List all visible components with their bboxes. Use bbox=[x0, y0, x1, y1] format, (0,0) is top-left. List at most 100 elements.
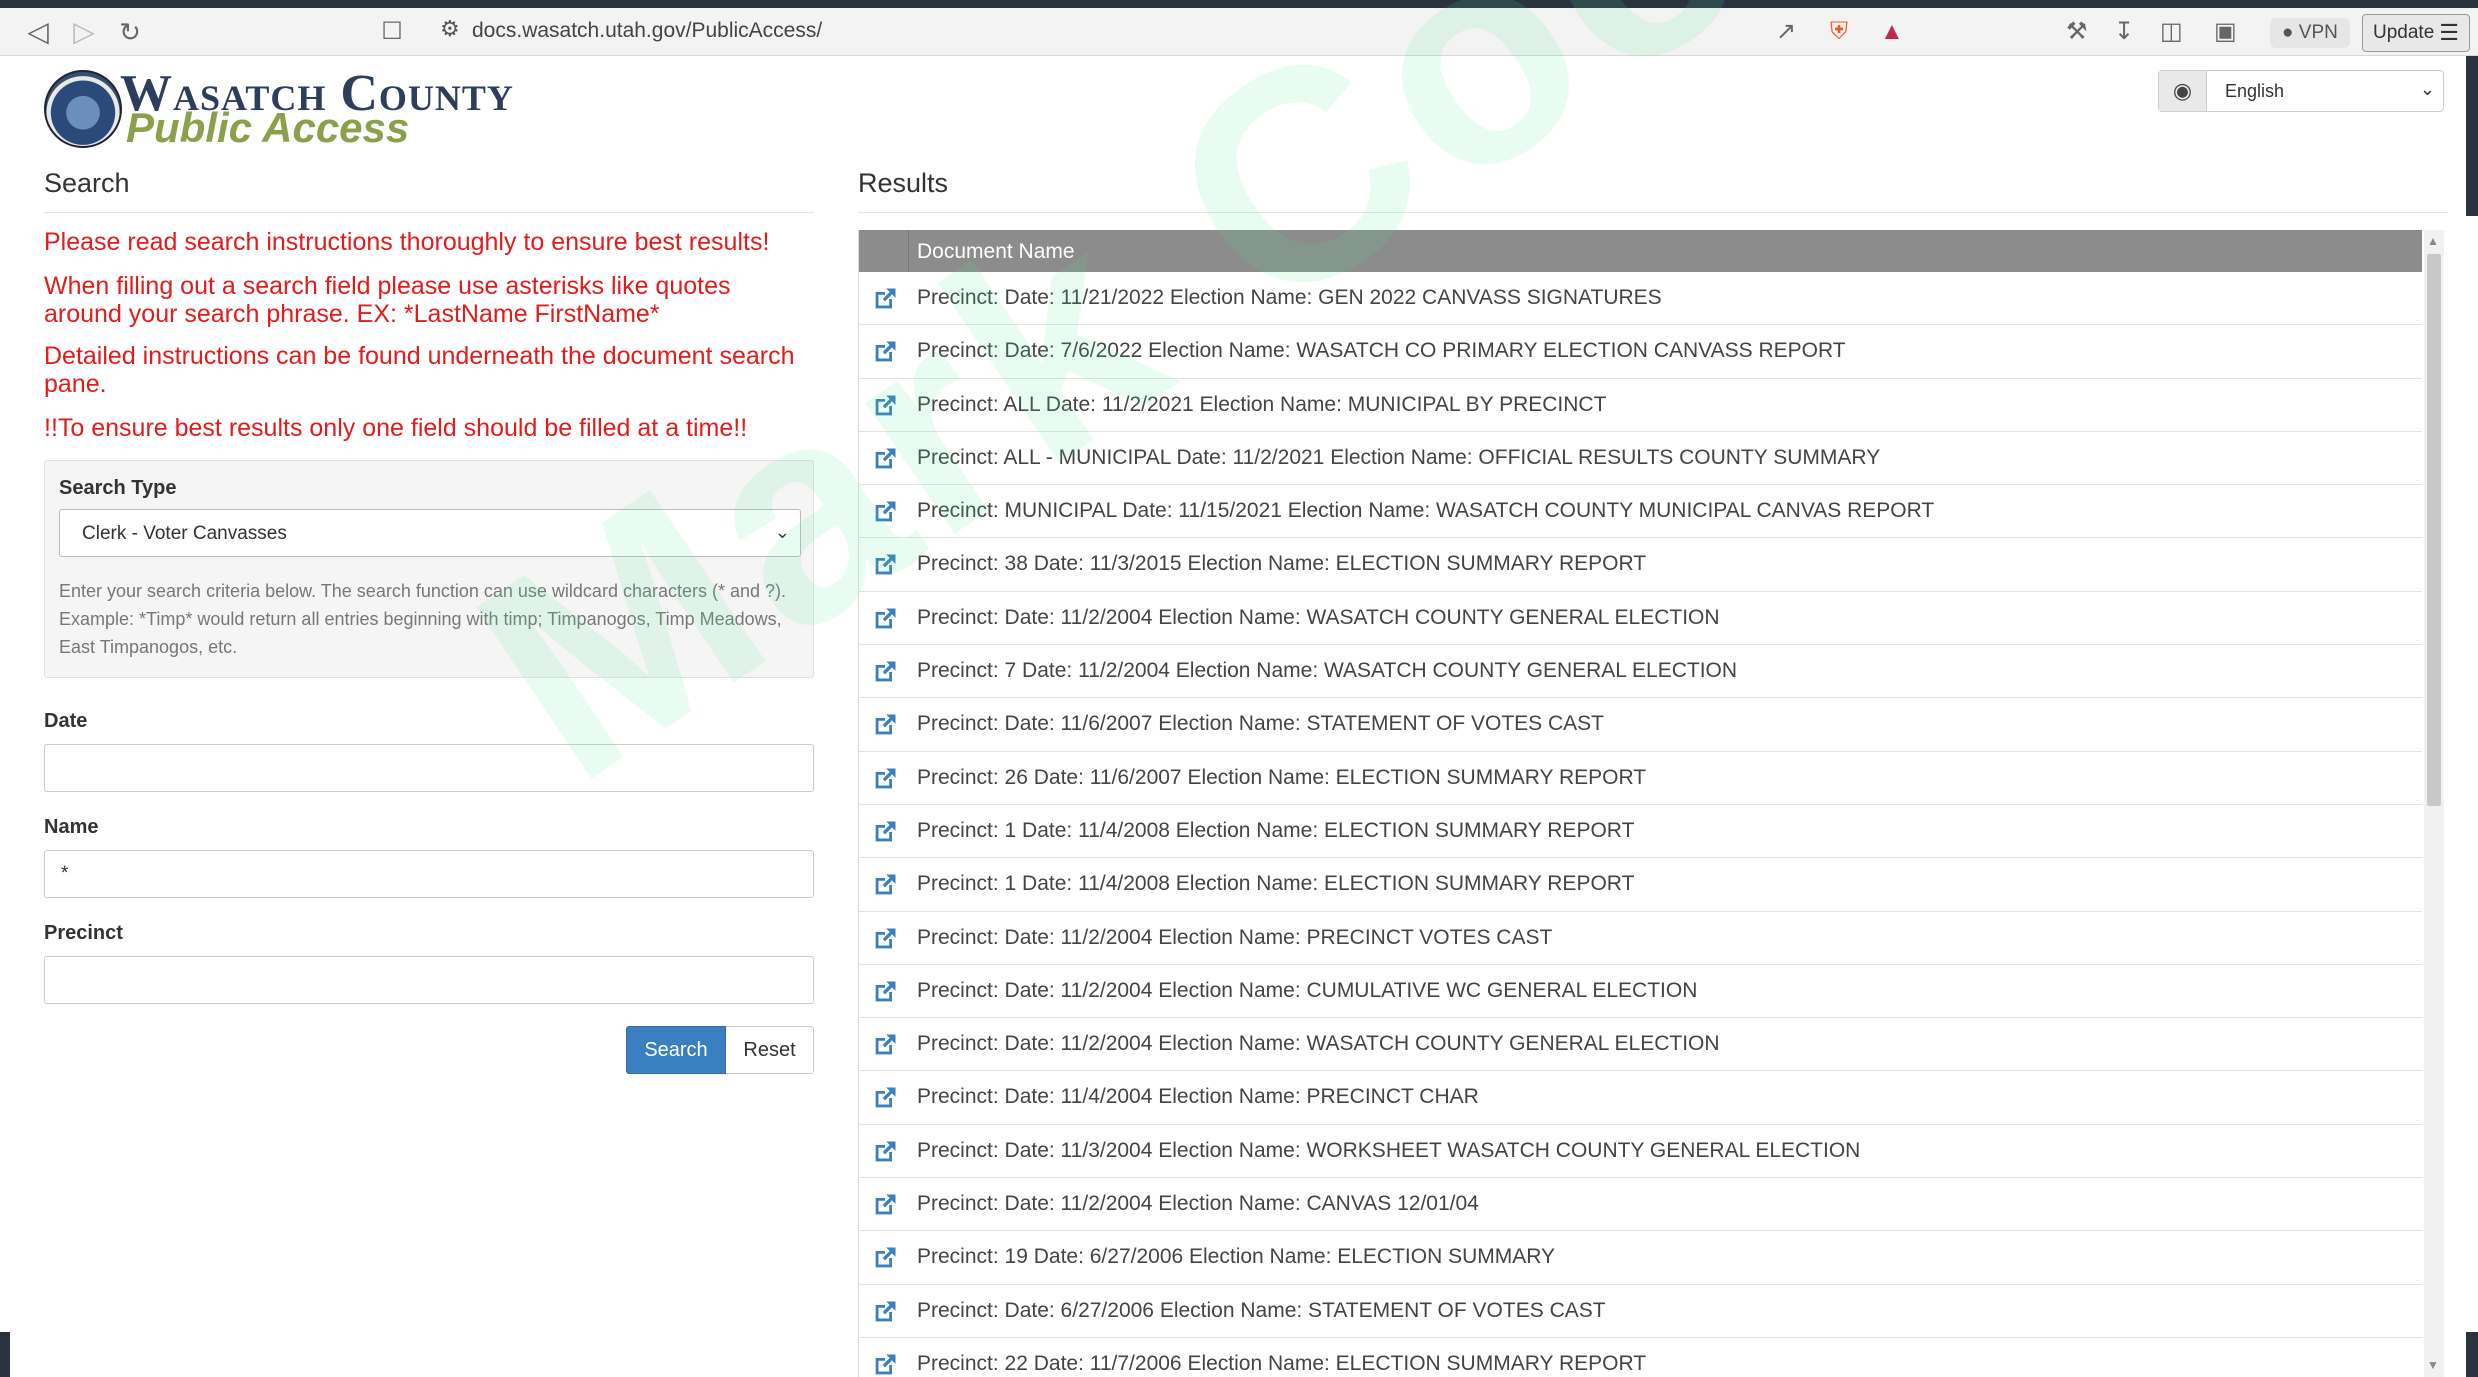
table-row[interactable]: Precinct: MUNICIPAL Date: 11/15/2021 Ele… bbox=[859, 485, 2422, 539]
table-row[interactable]: Precinct: Date: 11/3/2004 Election Name:… bbox=[859, 1124, 2422, 1179]
open-document-icon[interactable] bbox=[871, 1244, 899, 1272]
table-row[interactable]: Precinct: Date: 11/21/2022 Election Name… bbox=[859, 272, 2422, 326]
warning-text: Please read search instructions thorough… bbox=[44, 228, 770, 256]
document-name[interactable]: Precinct: 22 Date: 11/7/2006 Election Na… bbox=[917, 1352, 1646, 1376]
vpn-button[interactable]: ● VPN bbox=[2270, 18, 2350, 48]
window-edge bbox=[2466, 1332, 2478, 1377]
address-bar[interactable]: ⚙ docs.wasatch.utah.gov/PublicAccess/ bbox=[440, 14, 1920, 50]
column-header-document-name[interactable]: Document Name bbox=[917, 240, 1075, 264]
bookmark-icon[interactable]: ☐ bbox=[376, 16, 408, 48]
open-document-icon[interactable] bbox=[871, 1351, 899, 1377]
table-row[interactable]: Precinct: Date: 11/2/2004 Election Name:… bbox=[859, 591, 2422, 646]
document-name[interactable]: Precinct: ALL - MUNICIPAL Date: 11/2/202… bbox=[917, 446, 1880, 470]
table-row[interactable]: Precinct: Date: 6/27/2006 Election Name:… bbox=[859, 1284, 2422, 1338]
table-row[interactable]: Precinct: 38 Date: 11/3/2015 Election Na… bbox=[859, 538, 2422, 592]
name-input[interactable] bbox=[44, 850, 814, 898]
open-document-icon[interactable] bbox=[871, 658, 899, 686]
results-scrollbar[interactable]: ▲ ▼ bbox=[2424, 230, 2444, 1377]
document-name[interactable]: Precinct: 1 Date: 11/4/2008 Election Nam… bbox=[917, 872, 1634, 896]
language-value: English bbox=[2225, 81, 2285, 101]
document-name[interactable]: Precinct: Date: 7/6/2022 Election Name: … bbox=[917, 339, 1846, 363]
open-document-icon[interactable] bbox=[871, 978, 899, 1006]
reset-button[interactable]: Reset bbox=[726, 1026, 814, 1074]
open-document-icon[interactable] bbox=[871, 818, 899, 846]
document-name[interactable]: Precinct: Date: 11/3/2004 Election Name:… bbox=[917, 1139, 1860, 1163]
back-icon[interactable]: ◁ bbox=[22, 16, 54, 48]
download-icon[interactable]: ↧ bbox=[2114, 18, 2134, 46]
window-edge bbox=[2466, 56, 2478, 216]
table-row[interactable]: Precinct: 7 Date: 11/2/2004 Election Nam… bbox=[859, 645, 2422, 699]
table-row[interactable]: Precinct: 19 Date: 6/27/2006 Election Na… bbox=[859, 1231, 2422, 1285]
open-document-icon[interactable] bbox=[871, 1031, 899, 1059]
extensions-icon[interactable]: ⚒ bbox=[2066, 18, 2088, 46]
open-document-icon[interactable] bbox=[871, 1084, 899, 1112]
window-edge bbox=[0, 1332, 10, 1377]
precinct-input[interactable] bbox=[44, 956, 814, 1004]
search-type-select[interactable]: Clerk - Voter Canvasses ⌄ bbox=[59, 509, 801, 557]
table-row[interactable]: Precinct: Date: 11/6/2007 Election Name:… bbox=[859, 698, 2422, 752]
document-name[interactable]: Precinct: Date: 11/2/2004 Election Name:… bbox=[917, 1032, 1720, 1056]
update-button[interactable]: Update ☰ bbox=[2362, 14, 2470, 52]
wallet-icon[interactable]: ▣ bbox=[2214, 18, 2237, 46]
scrollbar-thumb[interactable] bbox=[2427, 254, 2441, 806]
share-icon[interactable]: ↗ bbox=[1776, 18, 1796, 46]
document-name[interactable]: Precinct: MUNICIPAL Date: 11/15/2021 Ele… bbox=[917, 499, 1934, 523]
logo-public-access: Public Access bbox=[126, 104, 410, 151]
open-document-icon[interactable] bbox=[871, 765, 899, 793]
document-name[interactable]: Precinct: Date: 11/2/2004 Election Name:… bbox=[917, 979, 1697, 1003]
forward-icon[interactable]: ▷ bbox=[68, 16, 100, 48]
open-document-icon[interactable] bbox=[871, 925, 899, 953]
scroll-up-icon[interactable]: ▲ bbox=[2427, 234, 2439, 248]
table-row[interactable]: Precinct: Date: 11/4/2004 Election Name:… bbox=[859, 1071, 2422, 1125]
table-row[interactable]: Precinct: 22 Date: 11/7/2006 Election Na… bbox=[859, 1337, 2422, 1377]
search-button[interactable]: Search bbox=[626, 1026, 726, 1074]
table-row[interactable]: Precinct: Date: 11/2/2004 Election Name:… bbox=[859, 1018, 2422, 1072]
document-name[interactable]: Precinct: Date: 11/21/2022 Election Name… bbox=[917, 286, 1662, 310]
open-document-icon[interactable] bbox=[871, 551, 899, 579]
document-name[interactable]: Precinct: Date: 6/27/2006 Election Name:… bbox=[917, 1299, 1606, 1323]
results-grid: Document Name Precinct: Date: 11/21/2022… bbox=[858, 230, 2422, 1377]
document-name[interactable]: Precinct: 19 Date: 6/27/2006 Election Na… bbox=[917, 1245, 1555, 1269]
sidebar-icon[interactable]: ◫ bbox=[2160, 18, 2183, 46]
open-document-icon[interactable] bbox=[871, 392, 899, 420]
document-name[interactable]: Precinct: Date: 11/2/2004 Election Name:… bbox=[917, 606, 1720, 630]
open-document-icon[interactable] bbox=[871, 871, 899, 899]
document-name[interactable]: Precinct: Date: 11/4/2004 Election Name:… bbox=[917, 1085, 1479, 1109]
menu-icon[interactable]: ☰ bbox=[2439, 15, 2459, 51]
open-document-icon[interactable] bbox=[871, 445, 899, 473]
table-row[interactable]: Precinct: 1 Date: 11/4/2008 Election Nam… bbox=[859, 858, 2422, 912]
brave-shield-icon[interactable]: ⛨ bbox=[1830, 18, 1848, 46]
document-name[interactable]: Precinct: ALL Date: 11/2/2021 Election N… bbox=[917, 393, 1606, 417]
table-row[interactable]: Precinct: ALL Date: 11/2/2021 Election N… bbox=[859, 378, 2422, 432]
table-row[interactable]: Precinct: Date: 11/2/2004 Election Name:… bbox=[859, 911, 2422, 965]
open-document-icon[interactable] bbox=[871, 1298, 899, 1326]
document-name[interactable]: Precinct: Date: 11/2/2004 Election Name:… bbox=[917, 1192, 1479, 1216]
open-document-icon[interactable] bbox=[871, 498, 899, 526]
scroll-down-icon[interactable]: ▼ bbox=[2427, 1358, 2439, 1372]
table-row[interactable]: Precinct: ALL - MUNICIPAL Date: 11/2/202… bbox=[859, 431, 2422, 486]
date-input[interactable] bbox=[44, 744, 814, 792]
open-document-icon[interactable] bbox=[871, 605, 899, 633]
document-name[interactable]: Precinct: 7 Date: 11/2/2004 Election Nam… bbox=[917, 659, 1737, 683]
open-document-icon[interactable] bbox=[871, 338, 899, 366]
open-document-icon[interactable] bbox=[871, 1138, 899, 1166]
document-name[interactable]: Precinct: 26 Date: 11/6/2007 Election Na… bbox=[917, 766, 1646, 790]
table-row[interactable]: Precinct: 26 Date: 11/6/2007 Election Na… bbox=[859, 751, 2422, 805]
document-name[interactable]: Precinct: 38 Date: 11/3/2015 Election Na… bbox=[917, 552, 1646, 576]
reload-icon[interactable]: ↻ bbox=[114, 16, 146, 48]
table-row[interactable]: Precinct: Date: 7/6/2022 Election Name: … bbox=[859, 325, 2422, 379]
open-document-icon[interactable] bbox=[871, 711, 899, 739]
table-row[interactable]: Precinct: Date: 11/2/2004 Election Name:… bbox=[859, 1178, 2422, 1232]
table-row[interactable]: Precinct: Date: 11/2/2004 Election Name:… bbox=[859, 964, 2422, 1019]
site-settings-icon[interactable]: ⚙ bbox=[440, 16, 460, 42]
document-name[interactable]: Precinct: Date: 11/6/2007 Election Name:… bbox=[917, 712, 1604, 736]
language-select[interactable]: ◉ English ⌄ bbox=[2158, 70, 2444, 112]
search-heading: Search bbox=[44, 168, 130, 198]
table-row[interactable]: Precinct: 1 Date: 11/4/2008 Election Nam… bbox=[859, 804, 2422, 859]
warning-text: Detailed instructions can be found under… bbox=[44, 342, 795, 398]
open-document-icon[interactable] bbox=[871, 1191, 899, 1219]
document-name[interactable]: Precinct: 1 Date: 11/4/2008 Election Nam… bbox=[917, 819, 1634, 843]
document-name[interactable]: Precinct: Date: 11/2/2004 Election Name:… bbox=[917, 926, 1552, 950]
brave-rewards-icon[interactable]: ▲ bbox=[1880, 18, 1904, 46]
open-document-icon[interactable] bbox=[871, 285, 899, 313]
